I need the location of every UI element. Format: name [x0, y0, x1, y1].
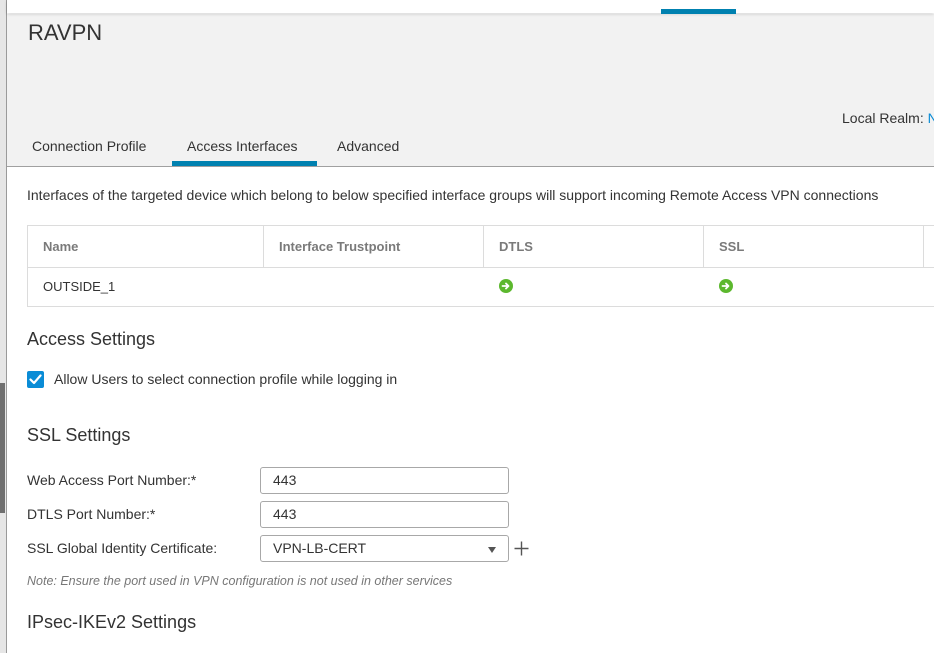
access-settings-title: Access Settings	[27, 329, 156, 349]
left-window-edge	[0, 0, 7, 653]
chevron-down-icon	[488, 547, 496, 553]
web-access-port-label: Web Access Port Number:*	[27, 472, 197, 488]
port-usage-note: Note: Ensure the port used in VPN config…	[27, 574, 453, 588]
column-header-name[interactable]: Name	[28, 226, 264, 267]
global-identity-cert-value: VPN-LB-CERT	[273, 540, 367, 556]
column-header-dtls[interactable]: DTLS	[484, 226, 704, 267]
global-identity-cert-select[interactable]: VPN-LB-CERT	[260, 535, 509, 562]
allow-select-profile-label[interactable]: Allow Users to select connection profile…	[54, 371, 397, 387]
global-identity-cert-label: SSL Global Identity Certificate:	[27, 540, 218, 556]
policy-header: RAVPN Local Realm: N Connection Profile …	[7, 14, 934, 167]
tab-advanced[interactable]: Advanced	[322, 132, 414, 166]
cell-dtls	[484, 268, 704, 308]
cell-trustpoint	[264, 268, 484, 308]
local-realm-label: Local Realm:	[842, 110, 924, 126]
local-realm: Local Realm: N	[842, 110, 934, 126]
page-title: RAVPN	[28, 20, 103, 45]
add-certificate-plus-icon[interactable]	[513, 540, 530, 557]
tab-connection-profile[interactable]: Connection Profile	[17, 132, 161, 166]
tab-access-interfaces[interactable]: Access Interfaces	[172, 132, 317, 166]
interfaces-description: Interfaces of the targeted device which …	[27, 187, 879, 203]
column-header-ssl[interactable]: SSL	[704, 226, 924, 267]
ipsec-ikev2-settings-title: IPsec-IKEv2 Settings	[27, 612, 197, 632]
scrollbar-thumb[interactable]	[0, 383, 5, 513]
ssl-settings-title: SSL Settings	[27, 425, 131, 445]
dtls-port-input[interactable]: 443	[260, 501, 509, 528]
allow-select-profile-checkbox[interactable]	[27, 371, 44, 388]
enabled-arrow-icon	[499, 278, 513, 293]
dtls-port-label: DTLS Port Number:*	[27, 506, 156, 522]
web-access-port-input[interactable]: 443	[260, 467, 509, 494]
topbar-active-indicator	[661, 9, 736, 14]
cell-name: OUTSIDE_1	[43, 279, 116, 294]
enabled-arrow-icon	[719, 278, 733, 293]
top-navigation-bar	[7, 0, 934, 14]
column-header-trustpoint[interactable]: Interface Trustpoint	[264, 226, 484, 267]
cell-ssl	[704, 268, 924, 308]
interfaces-table: Name Interface Trustpoint DTLS SSL OUTSI…	[27, 225, 934, 307]
local-realm-link[interactable]: N	[928, 110, 934, 126]
